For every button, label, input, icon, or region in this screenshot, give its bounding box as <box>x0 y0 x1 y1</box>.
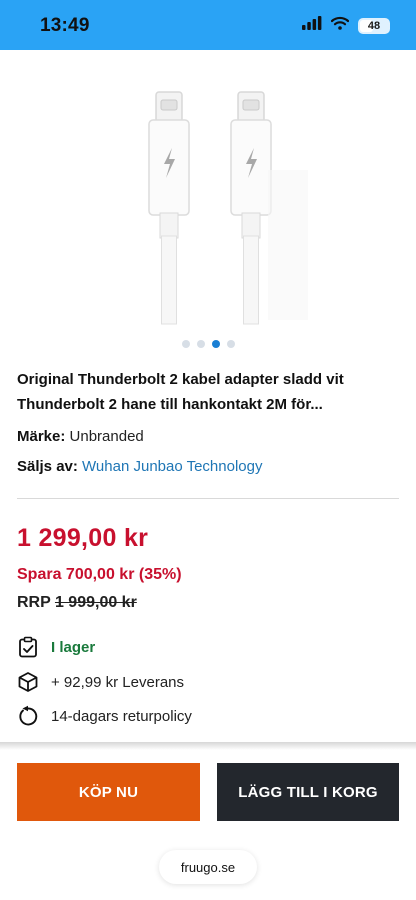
product-title: Original Thunderbolt 2 kabel adapter sla… <box>17 371 344 413</box>
rrp-row: RRP 1 999,00 kr <box>17 594 137 612</box>
divider <box>17 498 399 499</box>
status-icons: 48 <box>302 16 390 35</box>
seller-link[interactable]: Wuhan Junbao Technology <box>82 458 262 475</box>
battery-level: 48 <box>367 19 381 32</box>
shipping-row: + 92,99 kr Leverans <box>17 671 184 693</box>
brand-label: Märke: <box>17 428 66 445</box>
cable-right <box>230 91 272 325</box>
return-arrow-icon <box>17 705 39 727</box>
clipboard-check-icon <box>17 636 39 658</box>
add-to-cart-button[interactable]: LÄGG TILL I KORG <box>217 763 399 821</box>
wifi-icon <box>330 16 350 35</box>
seller-row: Säljs av: Wuhan Junbao Technology <box>17 458 262 475</box>
cable-left <box>148 91 190 325</box>
rrp-label: RRP <box>17 594 51 611</box>
product-image[interactable] <box>0 50 416 335</box>
price: 1 299,00 kr <box>17 524 149 552</box>
browser-url[interactable]: fruugo.se <box>159 850 257 884</box>
battery-icon: 48 <box>358 17 390 34</box>
package-icon <box>17 671 39 693</box>
stock-status: I lager <box>51 638 96 656</box>
gallery-dot[interactable] <box>181 340 190 348</box>
stock-row: I lager <box>17 636 95 658</box>
buy-now-button[interactable]: KÖP NU <box>17 763 200 821</box>
signal-icon <box>302 16 322 35</box>
seller-label: Säljs av: <box>17 458 78 475</box>
gallery-dot[interactable] <box>226 340 235 348</box>
returns-row: 14-dagars returpolicy <box>17 705 192 727</box>
status-bar: 13:49 48 <box>0 0 416 50</box>
savings-text: Spara 700,00 kr (35%) <box>17 566 182 583</box>
gallery-dot[interactable] <box>211 340 220 348</box>
brand-value: Unbranded <box>69 428 144 445</box>
status-time: 13:49 <box>40 15 90 36</box>
shipping-cost: + 92,99 kr Leverans <box>51 673 185 691</box>
gallery-dots[interactable] <box>0 340 416 348</box>
rrp-value: 1 999,00 kr <box>54 594 137 611</box>
brand-row: Märke: Unbranded <box>17 428 144 445</box>
gallery-dot[interactable] <box>196 340 205 348</box>
return-policy: 14-dagars returpolicy <box>51 707 192 725</box>
bottom-bar-shadow <box>0 742 416 750</box>
